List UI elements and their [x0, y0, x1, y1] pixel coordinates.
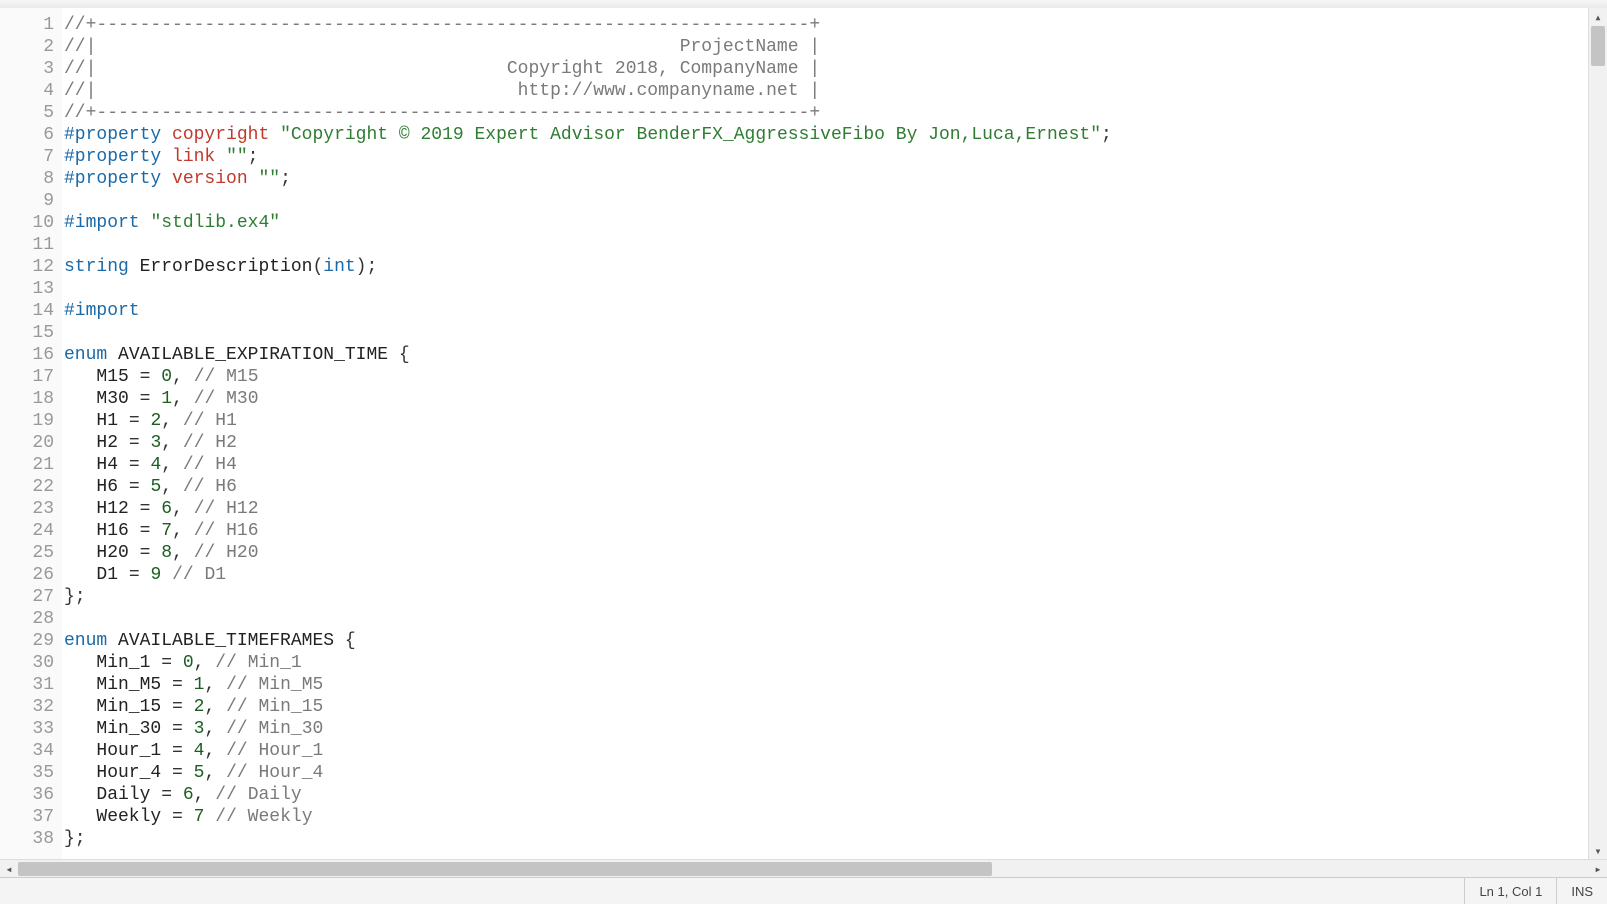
code-line[interactable]: enum AVAILABLE_TIMEFRAMES { [64, 630, 1607, 652]
line-number: 28 [0, 608, 62, 630]
code-line[interactable]: D1 = 9 // D1 [64, 564, 1607, 586]
line-number: 15 [0, 322, 62, 344]
code-line[interactable]: Weekly = 7 // Weekly [64, 806, 1607, 828]
code-line[interactable]: Daily = 6, // Daily [64, 784, 1607, 806]
code-line[interactable]: }; [64, 586, 1607, 608]
vertical-scroll-thumb[interactable] [1591, 26, 1605, 66]
line-number: 30 [0, 652, 62, 674]
line-number: 26 [0, 564, 62, 586]
code-line[interactable] [64, 322, 1607, 344]
line-number: 17 [0, 366, 62, 388]
code-line[interactable]: Min_15 = 2, // Min_15 [64, 696, 1607, 718]
code-line[interactable]: enum AVAILABLE_EXPIRATION_TIME { [64, 344, 1607, 366]
code-line[interactable] [64, 278, 1607, 300]
line-number: 16 [0, 344, 62, 366]
code-line[interactable]: H4 = 4, // H4 [64, 454, 1607, 476]
status-bar: Ln 1, Col 1 INS [0, 877, 1607, 904]
line-number: 9 [0, 190, 62, 212]
line-number-gutter: 1234567891011121314151617181920212223242… [0, 8, 62, 860]
line-number: 5 [0, 102, 62, 124]
line-number: 24 [0, 520, 62, 542]
code-line[interactable]: #import "stdlib.ex4" [64, 212, 1607, 234]
line-number: 6 [0, 124, 62, 146]
line-number: 14 [0, 300, 62, 322]
code-line[interactable]: //| ProjectName | [64, 36, 1607, 58]
code-line[interactable]: H12 = 6, // H12 [64, 498, 1607, 520]
vertical-scrollbar[interactable]: ▴ ▾ [1588, 8, 1607, 860]
line-number: 2 [0, 36, 62, 58]
code-line[interactable]: #property copyright "Copyright © 2019 Ex… [64, 124, 1607, 146]
code-line[interactable]: //+-------------------------------------… [64, 14, 1607, 36]
scroll-up-arrow-icon[interactable]: ▴ [1589, 8, 1607, 26]
code-line[interactable]: Min_M5 = 1, // Min_M5 [64, 674, 1607, 696]
line-number: 12 [0, 256, 62, 278]
code-line[interactable]: Hour_1 = 4, // Hour_1 [64, 740, 1607, 762]
horizontal-scroll-track[interactable] [18, 860, 1589, 878]
line-number: 33 [0, 718, 62, 740]
code-line[interactable]: string ErrorDescription(int); [64, 256, 1607, 278]
line-number: 22 [0, 476, 62, 498]
line-number: 19 [0, 410, 62, 432]
code-line[interactable] [64, 608, 1607, 630]
code-line[interactable]: H1 = 2, // H1 [64, 410, 1607, 432]
line-number: 3 [0, 58, 62, 80]
code-line[interactable]: //| Copyright 2018, CompanyName | [64, 58, 1607, 80]
line-number: 8 [0, 168, 62, 190]
code-line[interactable]: M30 = 1, // M30 [64, 388, 1607, 410]
code-line[interactable]: //| http://www.companyname.net | [64, 80, 1607, 102]
line-number: 32 [0, 696, 62, 718]
code-line[interactable]: H6 = 5, // H6 [64, 476, 1607, 498]
line-number: 25 [0, 542, 62, 564]
code-line[interactable] [64, 190, 1607, 212]
code-line[interactable]: #import [64, 300, 1607, 322]
scroll-down-arrow-icon[interactable]: ▾ [1589, 842, 1607, 860]
code-line[interactable]: H16 = 7, // H16 [64, 520, 1607, 542]
line-number: 37 [0, 806, 62, 828]
code-line[interactable]: Min_1 = 0, // Min_1 [64, 652, 1607, 674]
editor-area[interactable]: 1234567891011121314151617181920212223242… [0, 8, 1607, 860]
code-line[interactable] [64, 234, 1607, 256]
code-line[interactable]: M15 = 0, // M15 [64, 366, 1607, 388]
line-number: 36 [0, 784, 62, 806]
code-line[interactable]: //+-------------------------------------… [64, 102, 1607, 124]
code-content[interactable]: //+-------------------------------------… [62, 8, 1607, 860]
line-number: 7 [0, 146, 62, 168]
line-number: 34 [0, 740, 62, 762]
horizontal-scroll-thumb[interactable] [18, 862, 992, 876]
code-line[interactable]: H2 = 3, // H2 [64, 432, 1607, 454]
line-number: 38 [0, 828, 62, 850]
line-number: 35 [0, 762, 62, 784]
scroll-left-arrow-icon[interactable]: ◂ [0, 860, 18, 878]
code-line[interactable]: #property version ""; [64, 168, 1607, 190]
line-number: 10 [0, 212, 62, 234]
scroll-right-arrow-icon[interactable]: ▸ [1589, 860, 1607, 878]
line-number: 21 [0, 454, 62, 476]
line-number: 20 [0, 432, 62, 454]
insert-mode: INS [1556, 878, 1607, 904]
line-number: 4 [0, 80, 62, 102]
code-line[interactable]: }; [64, 828, 1607, 850]
line-number: 11 [0, 234, 62, 256]
line-number: 18 [0, 388, 62, 410]
line-number: 31 [0, 674, 62, 696]
code-line[interactable]: Min_30 = 3, // Min_30 [64, 718, 1607, 740]
code-line[interactable]: Hour_4 = 5, // Hour_4 [64, 762, 1607, 784]
line-number: 27 [0, 586, 62, 608]
cursor-position: Ln 1, Col 1 [1464, 878, 1556, 904]
code-line[interactable]: H20 = 8, // H20 [64, 542, 1607, 564]
code-line[interactable]: #property link ""; [64, 146, 1607, 168]
line-number: 29 [0, 630, 62, 652]
line-number: 23 [0, 498, 62, 520]
line-number: 13 [0, 278, 62, 300]
horizontal-scrollbar[interactable]: ◂ ▸ [0, 859, 1607, 878]
line-number: 1 [0, 14, 62, 36]
